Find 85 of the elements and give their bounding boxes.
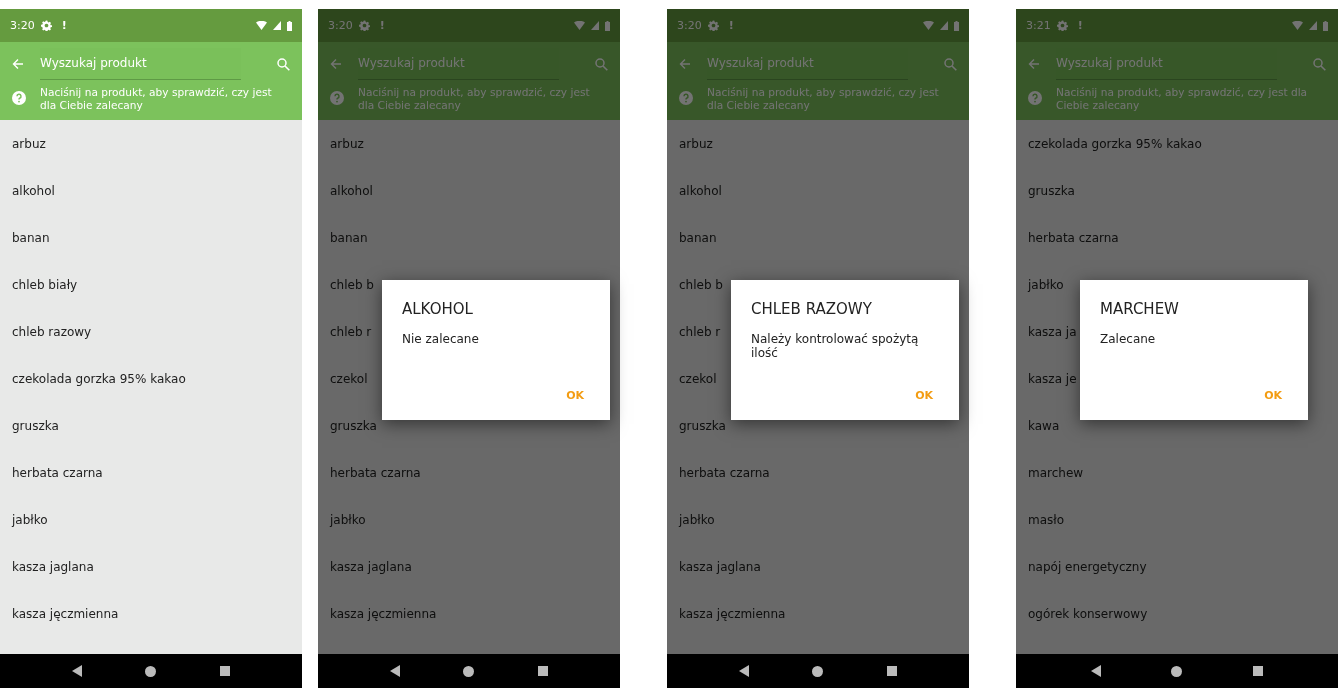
- product-item[interactable]: gruszka: [1016, 167, 1338, 214]
- product-item[interactable]: kasza jaglana: [667, 543, 969, 590]
- product-item[interactable]: gruszka: [0, 402, 302, 449]
- battery-icon: [1323, 20, 1328, 31]
- dialog-message: Zalecane: [1100, 332, 1157, 346]
- help-icon: [1028, 91, 1042, 105]
- home-circle-icon[interactable]: [812, 665, 824, 677]
- recents-square-icon[interactable]: [887, 666, 898, 676]
- alert-notification: !: [379, 19, 385, 32]
- dialog-title: CHLEB RAZOWY: [751, 300, 873, 318]
- wifi-icon: [923, 21, 934, 30]
- hint-text: Naciśnij na produkt, aby sprawdzić, czy jest dla Ciebie zalecany: [358, 86, 591, 112]
- alert-notification: !: [61, 19, 67, 32]
- alert-notification: !: [728, 19, 734, 32]
- product-item[interactable]: kasza jaglana: [0, 543, 302, 590]
- dialog-title: ALKOHOL: [402, 300, 474, 318]
- recents-square-icon[interactable]: [1252, 666, 1263, 676]
- product-item[interactable]: kasza jęczmienna: [318, 590, 620, 637]
- product-item[interactable]: napój energetyczny: [1016, 543, 1338, 590]
- product-item[interactable]: czekolada gorzka 95% kakao: [1016, 120, 1338, 167]
- product-item[interactable]: banan: [667, 214, 969, 261]
- help-icon: [330, 91, 344, 105]
- ok-button[interactable]: OK: [1258, 383, 1288, 408]
- wifi-icon: [256, 21, 267, 30]
- product-item[interactable]: herbata czarna: [318, 449, 620, 496]
- product-item[interactable]: kasza jęczmienna: [0, 590, 302, 637]
- product-item[interactable]: marchew: [1016, 449, 1338, 496]
- dialog-title: MARCHEW: [1100, 300, 1180, 318]
- product-item[interactable]: alkohol: [0, 167, 302, 214]
- help-icon: [12, 91, 26, 105]
- status-time: 3:20: [10, 19, 35, 32]
- product-item[interactable]: czekolada gorzka 95% kakao: [0, 355, 302, 402]
- ok-button[interactable]: OK: [909, 383, 939, 408]
- battery-icon: [605, 20, 610, 31]
- product-item[interactable]: jabłko: [667, 496, 969, 543]
- product-item[interactable]: ogórek konserwowy: [1016, 590, 1338, 637]
- signal-icon: [940, 21, 948, 30]
- gear-icon: [358, 20, 370, 31]
- product-item[interactable]: arbuz: [318, 120, 620, 167]
- product-item[interactable]: arbuz: [0, 120, 302, 167]
- ok-button[interactable]: OK: [560, 383, 590, 408]
- gear-icon: [40, 20, 52, 31]
- status-time: 3:21: [1026, 19, 1051, 32]
- back-triangle-icon[interactable]: [71, 665, 82, 677]
- help-icon: [679, 91, 693, 105]
- back-triangle-icon[interactable]: [738, 665, 749, 677]
- product-item[interactable]: arbuz: [667, 120, 969, 167]
- product-item[interactable]: herbata czarna: [1016, 214, 1338, 261]
- product-item[interactable]: alkohol: [667, 167, 969, 214]
- home-circle-icon[interactable]: [145, 665, 157, 677]
- signal-icon: [273, 21, 281, 30]
- recents-square-icon[interactable]: [538, 666, 549, 676]
- product-item[interactable]: banan: [318, 214, 620, 261]
- product-item[interactable]: chleb razowy: [0, 308, 302, 355]
- product-item[interactable]: kasza jaglana: [318, 543, 620, 590]
- battery-icon: [954, 20, 959, 31]
- hint-text: Naciśnij na produkt, aby sprawdzić, czy jest dla Ciebie zalecany: [1056, 86, 1309, 112]
- product-item[interactable]: herbata czarna: [667, 449, 969, 496]
- home-circle-icon[interactable]: [463, 665, 475, 677]
- home-circle-icon[interactable]: [1171, 665, 1183, 677]
- product-item[interactable]: kasza jęczmienna: [667, 590, 969, 637]
- gear-icon: [1056, 20, 1068, 31]
- wifi-icon: [1292, 21, 1303, 30]
- product-item[interactable]: banan: [0, 214, 302, 261]
- recents-square-icon[interactable]: [220, 666, 231, 676]
- status-time: 3:20: [328, 19, 353, 32]
- product-item[interactable]: herbata czarna: [0, 449, 302, 496]
- product-item[interactable]: alkohol: [318, 167, 620, 214]
- product-item[interactable]: jabłko: [0, 496, 302, 543]
- product-item[interactable]: jabłko: [318, 496, 620, 543]
- back-triangle-icon[interactable]: [389, 665, 400, 677]
- wifi-icon: [574, 21, 585, 30]
- alert-notification: !: [1077, 19, 1083, 32]
- signal-icon: [1309, 21, 1317, 30]
- product-item[interactable]: masło: [1016, 496, 1338, 543]
- gear-icon: [707, 20, 719, 31]
- product-item[interactable]: chleb biały: [0, 261, 302, 308]
- hint-text: Naciśnij na produkt, aby sprawdzić, czy jest dla Ciebie zalecany: [40, 86, 273, 112]
- dialog-message: Należy kontrolować spożytą ilość: [751, 332, 920, 360]
- signal-icon: [591, 21, 599, 30]
- battery-icon: [287, 20, 292, 31]
- hint-text: Naciśnij na produkt, aby sprawdzić, czy jest dla Ciebie zalecany: [707, 86, 940, 112]
- back-triangle-icon[interactable]: [1091, 665, 1102, 677]
- dialog-message: Nie zalecane: [402, 332, 480, 346]
- status-time: 3:20: [677, 19, 702, 32]
